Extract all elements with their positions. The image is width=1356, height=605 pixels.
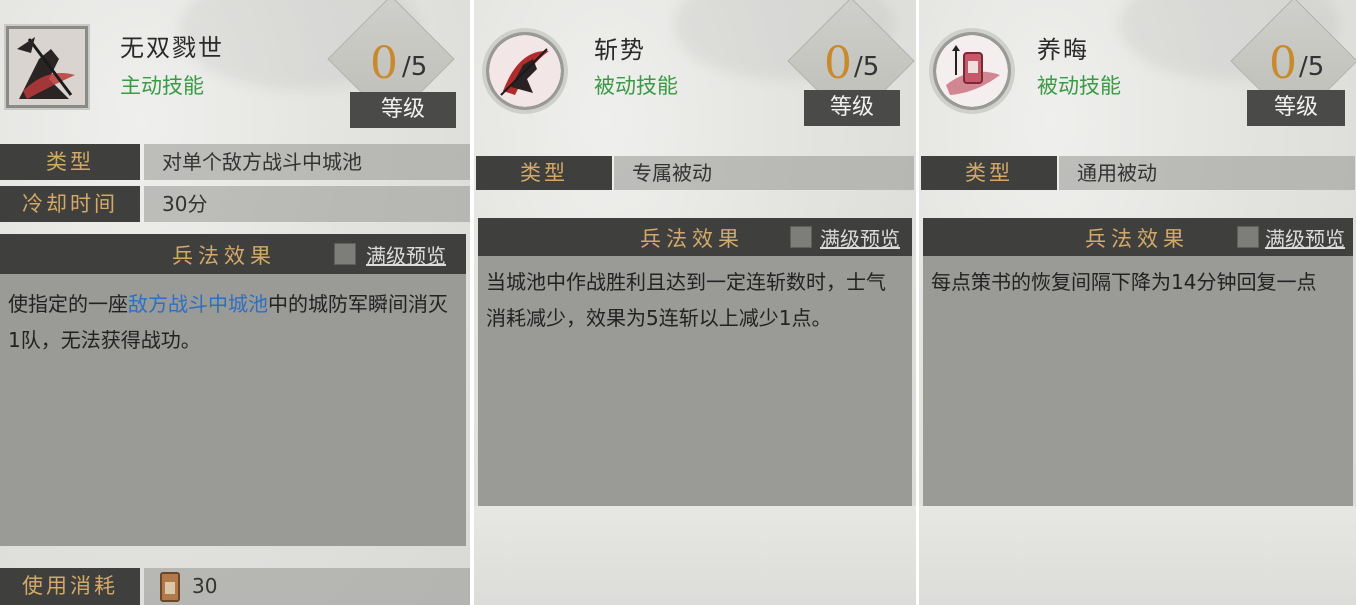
cost-label: 使用消耗 bbox=[0, 568, 140, 605]
type-label: 类型 bbox=[476, 156, 612, 190]
cooldown-label: 冷却时间 bbox=[0, 186, 140, 222]
effect-text-highlight[interactable]: 敌方战斗中城池 bbox=[128, 292, 268, 316]
level-tag: 等级 bbox=[804, 90, 900, 126]
max-level-preview-checkbox[interactable] bbox=[1237, 226, 1259, 248]
max-level-preview-label[interactable]: 满级预览 bbox=[1265, 223, 1345, 252]
type-value: 对单个敌方战斗中城池 bbox=[144, 144, 470, 180]
level-current: 0 bbox=[824, 38, 852, 89]
effect-box: 兵法效果 满级预览 当城池中作战胜利且达到一定连斩数时，士气消耗减少，效果为5连… bbox=[478, 218, 912, 506]
empty-area bbox=[919, 506, 1356, 605]
effect-header: 兵法效果 满级预览 bbox=[478, 218, 912, 256]
level-max: /5 bbox=[854, 52, 880, 82]
type-label: 类型 bbox=[0, 144, 140, 180]
effect-header: 兵法效果 满级预览 bbox=[923, 218, 1353, 256]
skill-type: 主动技能 bbox=[120, 74, 204, 98]
slash-skill-icon bbox=[489, 35, 561, 107]
level-current: 0 bbox=[370, 38, 398, 89]
skill-type: 被动技能 bbox=[1037, 74, 1121, 98]
level-max: /5 bbox=[1299, 52, 1325, 82]
strategy-book-icon bbox=[160, 572, 180, 602]
warrior-skill-icon bbox=[9, 29, 85, 105]
skill-name: 养晦 bbox=[1037, 36, 1089, 64]
skill-type: 被动技能 bbox=[594, 74, 678, 98]
effect-description: 每点策书的恢复间隔下降为14分钟回复一点 bbox=[931, 270, 1317, 294]
cooldown-value: 30分 bbox=[144, 186, 470, 222]
type-label: 类型 bbox=[921, 156, 1057, 190]
level-tag: 等级 bbox=[1247, 90, 1345, 126]
skill-panel-3: 养晦 被动技能 0 /5 等级 类型 通用被动 兵法效果 满级预览 每点策书的恢… bbox=[919, 0, 1356, 605]
skill-icon-frame[interactable] bbox=[486, 32, 564, 110]
cost-value: 30 bbox=[192, 574, 218, 598]
talisman-skill-icon bbox=[936, 35, 1008, 107]
skill-icon-frame[interactable] bbox=[6, 26, 88, 108]
effect-box: 兵法效果 满级预览 每点策书的恢复间隔下降为14分钟回复一点 bbox=[923, 218, 1353, 506]
effect-text-before: 使指定的一座 bbox=[8, 292, 128, 316]
level-tag: 等级 bbox=[350, 92, 456, 128]
skill-name: 无双戮世 bbox=[120, 34, 224, 62]
level-max: /5 bbox=[402, 52, 428, 82]
max-level-preview-checkbox[interactable] bbox=[334, 243, 356, 265]
effect-title: 兵法效果 bbox=[172, 244, 276, 268]
skill-icon-frame[interactable] bbox=[933, 32, 1011, 110]
max-level-preview-label[interactable]: 满级预览 bbox=[366, 240, 446, 269]
max-level-preview-checkbox[interactable] bbox=[790, 226, 812, 248]
effect-title: 兵法效果 bbox=[640, 227, 744, 251]
skill-name: 斩势 bbox=[594, 36, 646, 64]
effect-title: 兵法效果 bbox=[1085, 227, 1189, 251]
level-current: 0 bbox=[1269, 38, 1297, 89]
effect-box: 兵法效果 满级预览 使指定的一座敌方战斗中城池中的城防军瞬间消灭1队，无法获得战… bbox=[0, 234, 466, 546]
skill-panel-2: 斩势 被动技能 0 /5 等级 类型 专属被动 兵法效果 满级预览 当城池中作战… bbox=[474, 0, 916, 605]
type-value: 通用被动 bbox=[1059, 156, 1355, 190]
empty-area bbox=[474, 506, 916, 605]
effect-description: 使指定的一座敌方战斗中城池中的城防军瞬间消灭1队，无法获得战功。 bbox=[8, 286, 460, 358]
effect-description: 当城池中作战胜利且达到一定连斩数时，士气消耗减少，效果为5连斩以上减少1点。 bbox=[486, 270, 886, 330]
type-value: 专属被动 bbox=[614, 156, 914, 190]
skill-panel-1: 无双戮世 主动技能 0 /5 等级 类型 对单个敌方战斗中城池 冷却时间 30分… bbox=[0, 0, 470, 605]
effect-header: 兵法效果 满级预览 bbox=[0, 234, 466, 274]
max-level-preview-label[interactable]: 满级预览 bbox=[820, 223, 900, 252]
